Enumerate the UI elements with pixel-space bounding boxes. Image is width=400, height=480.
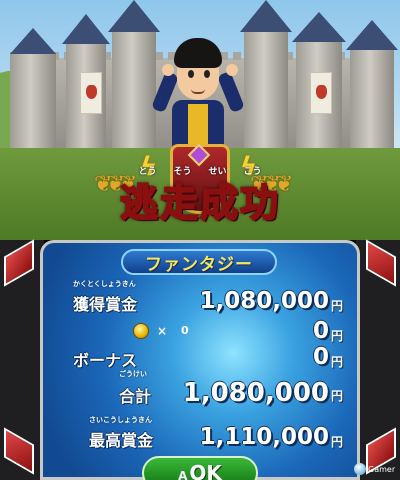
highest-prize-ruby: さいこうしょうきん [89, 416, 152, 424]
yen-unit: 円 [330, 299, 343, 313]
yen-unit: 円 [330, 355, 343, 369]
results-panel: ファンタジー かくとくしょうきん 獲得賞金 1,080,000 円 × 0 0 … [40, 240, 360, 480]
acquired-prize-value: 1,080,000 [199, 288, 330, 314]
coin-icon [133, 323, 149, 339]
coin-count: 0 [181, 324, 189, 337]
ok-button[interactable]: A OK [142, 456, 258, 480]
tower-roof [292, 12, 346, 42]
tower-roof [62, 14, 110, 44]
category-header: ファンタジー [121, 249, 277, 275]
mii-character [151, 32, 245, 162]
total-row: ごうけい 合計 1,080,000 円 [43, 370, 357, 408]
a-button-icon: A [178, 469, 188, 480]
tower-roof [10, 28, 56, 54]
ok-label: OK [189, 461, 222, 480]
highest-prize-row: さいこうしょうきん 最高賞金 1,110,000 円 [43, 416, 357, 453]
yen-unit: 円 [330, 435, 343, 449]
acquired-prize-row: かくとくしょうきん 獲得賞金 1,080,000 円 [43, 280, 357, 317]
castle-banner [80, 72, 102, 114]
castle-tower [112, 30, 156, 150]
yen-unit: 円 [330, 389, 343, 403]
multiply-sign: × [157, 324, 168, 338]
escape-success-emblem: ❦❦❦ ❦❦❦ ϟ ϟ とう そう せい こう 逃走成功 [90, 143, 310, 236]
coin-value: 0 [312, 318, 329, 344]
watermark-logo-icon [354, 463, 366, 475]
yen-unit: 円 [330, 329, 343, 343]
total-value: 1,080,000 [182, 378, 329, 408]
total-label: 合計 [119, 387, 152, 406]
bottom-screen: ファンタジー かくとくしょうきん 獲得賞金 1,080,000 円 × 0 0 … [0, 239, 400, 480]
castle-tower [350, 48, 394, 158]
bonus-row: ボーナス 0 円 [43, 343, 357, 373]
site-watermark: Gamer [354, 460, 398, 478]
acquired-prize-label: 獲得賞金 [73, 295, 138, 314]
watermark-text: Gamer [368, 464, 396, 474]
castle-tower [10, 52, 56, 162]
bonus-value: 0 [312, 344, 329, 370]
castle-tower [244, 30, 288, 150]
tower-roof [240, 0, 292, 32]
top-screen: ❦❦❦ ❦❦❦ ϟ ϟ とう そう せい こう 逃走成功 [0, 0, 400, 240]
highest-prize-value: 1,110,000 [199, 424, 330, 450]
escape-success-title: 逃走成功 [119, 180, 280, 226]
bonus-label: ボーナス [73, 351, 138, 370]
category-title: ファンタジー [145, 254, 253, 275]
acquired-prize-ruby: かくとくしょうきん [73, 280, 136, 288]
tower-roof [346, 20, 398, 50]
total-ruby: ごうけい [119, 370, 147, 378]
highest-prize-label: 最高賞金 [89, 431, 154, 450]
castle-banner [310, 72, 332, 114]
tower-roof [108, 0, 160, 32]
